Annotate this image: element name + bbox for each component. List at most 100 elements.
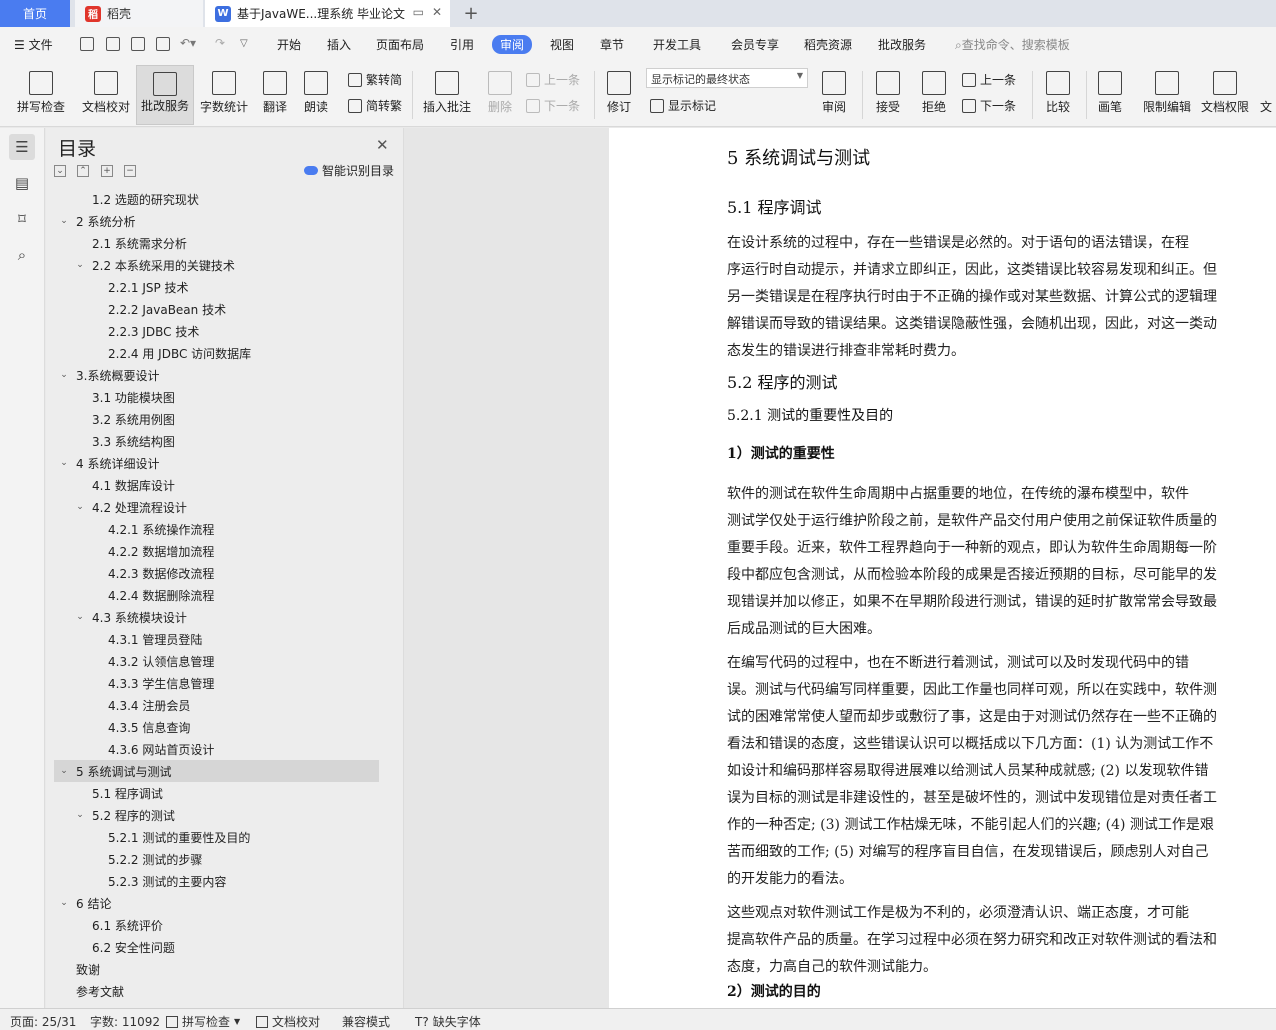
simp-to-trad-button[interactable]: 简转繁: [348, 97, 402, 114]
toc-item[interactable]: ⌄ 4.2 处理流程设计: [54, 496, 379, 518]
missing-font[interactable]: T? 缺失字体: [415, 1013, 481, 1030]
toc-item[interactable]: 4.2.1 系统操作流程: [54, 518, 379, 540]
remove-heading-icon[interactable]: −: [124, 165, 136, 177]
chevron-down-icon[interactable]: ⌄: [74, 502, 86, 512]
expand-all-icon[interactable]: ⌃: [77, 165, 89, 177]
toc-item[interactable]: ⌄ 4.3 系统模块设计: [54, 606, 379, 628]
doc-permission-button[interactable]: 文档权限: [1198, 65, 1252, 125]
menu-start[interactable]: 开始: [277, 36, 301, 53]
add-heading-icon[interactable]: +: [101, 165, 113, 177]
more-ribbon-button[interactable]: 文: [1256, 65, 1276, 125]
toc-item[interactable]: 参考文献: [54, 980, 379, 1002]
toc-item[interactable]: ⌄ 2 系统分析: [54, 210, 379, 232]
trad-to-simp-button[interactable]: 繁转简: [348, 71, 402, 88]
tab-docer[interactable]: 稻 稻壳: [75, 0, 203, 27]
word-count-button[interactable]: 字数统计: [197, 65, 251, 125]
undo-icon[interactable]: ↶▾: [180, 36, 196, 50]
redo-icon[interactable]: ↷: [215, 36, 225, 50]
quick-access-more-icon[interactable]: ▽: [240, 38, 248, 49]
toc-item[interactable]: 4.3.3 学生信息管理: [54, 672, 379, 694]
delete-comment-button[interactable]: 删除: [480, 65, 520, 125]
read-aloud-button[interactable]: 朗读: [298, 65, 334, 125]
new-tab-button[interactable]: +: [458, 0, 484, 27]
menu-review[interactable]: 审阅: [492, 35, 533, 54]
status-spellcheck[interactable]: 拼写检查 ▼: [166, 1013, 240, 1030]
toc-item[interactable]: 2.2.2 JavaBean 技术: [54, 298, 379, 320]
toc-item[interactable]: ⌄ 4 系统详细设计: [54, 452, 379, 474]
chevron-down-icon[interactable]: ⌄: [58, 216, 70, 226]
print-preview-icon[interactable]: [156, 37, 170, 51]
menu-member[interactable]: 会员专享: [731, 36, 779, 53]
toc-item[interactable]: 5.2.2 测试的步骤: [54, 848, 379, 870]
toc-item[interactable]: 4.3.4 注册会员: [54, 694, 379, 716]
print-icon[interactable]: [131, 37, 145, 51]
toc-item[interactable]: ⌄ 2.2 本系统采用的关键技术: [54, 254, 379, 276]
tab-home[interactable]: 首页: [0, 0, 70, 27]
toc-item[interactable]: ⌄ 5.2 程序的测试: [54, 804, 379, 826]
collapse-all-icon[interactable]: ⌄: [54, 165, 66, 177]
track-changes-button[interactable]: 修订: [600, 65, 638, 125]
word-count[interactable]: 字数: 11092: [90, 1013, 160, 1030]
chevron-down-icon[interactable]: ⌄: [58, 766, 70, 776]
toc-item[interactable]: 4.1 数据库设计: [54, 474, 379, 496]
find-icon[interactable]: ⌕: [9, 242, 35, 268]
toc-item[interactable]: ⌄ 5 系统调试与测试: [54, 760, 379, 782]
export-pdf-icon[interactable]: [106, 37, 120, 51]
toc-item[interactable]: 3.1 功能模块图: [54, 386, 379, 408]
smart-toc-button[interactable]: 智能识别目录: [304, 162, 394, 179]
command-search[interactable]: ⌕查找命令、搜索模板: [955, 36, 1070, 53]
prev-comment-button[interactable]: 上一条: [526, 71, 580, 88]
menu-page-layout[interactable]: 页面布局: [376, 36, 424, 53]
chevron-down-icon[interactable]: ⌄: [58, 458, 70, 468]
compare-button[interactable]: 比较: [1038, 65, 1078, 125]
menu-docer-resources[interactable]: 稻壳资源: [804, 36, 852, 53]
tab-document[interactable]: W 基于JavaWE...理系统 毕业论文 ▭ ✕: [205, 0, 450, 27]
toc-item[interactable]: 致谢: [54, 958, 379, 980]
chevron-down-icon[interactable]: ⌄: [74, 612, 86, 622]
restore-window-icon[interactable]: ▭: [413, 5, 424, 19]
toc-item[interactable]: 5.2.3 测试的主要内容: [54, 870, 379, 892]
review-pane-button[interactable]: 审阅: [814, 65, 854, 125]
toc-item[interactable]: 4.3.6 网站首页设计: [54, 738, 379, 760]
menu-insert[interactable]: 插入: [327, 36, 351, 53]
toc-item[interactable]: ⌄ 3.系统概要设计: [54, 364, 379, 386]
page-indicator[interactable]: 页面: 25/31: [10, 1013, 76, 1030]
ink-button[interactable]: 画笔: [1092, 65, 1128, 125]
toc-item[interactable]: 3.2 系统用例图: [54, 408, 379, 430]
chevron-down-icon[interactable]: ⌄: [58, 370, 70, 380]
close-tab-icon[interactable]: ✕: [432, 5, 442, 19]
chevron-down-icon[interactable]: ⌄: [74, 810, 86, 820]
toc-item[interactable]: 4.3.2 认领信息管理: [54, 650, 379, 672]
menu-developer[interactable]: 开发工具: [653, 36, 701, 53]
status-doccheck[interactable]: 文档校对: [256, 1013, 320, 1030]
prev-change-button[interactable]: 上一条: [962, 71, 1016, 88]
toc-item[interactable]: 5.1 程序调试: [54, 782, 379, 804]
show-markup-button[interactable]: 显示标记: [650, 97, 716, 114]
insert-comment-button[interactable]: 插入批注: [418, 65, 476, 125]
toc-item[interactable]: 6.1 系统评价: [54, 914, 379, 936]
spellcheck-button[interactable]: 拼写检查: [10, 65, 72, 125]
next-change-button[interactable]: 下一条: [962, 97, 1016, 114]
close-icon[interactable]: ✕: [376, 136, 389, 154]
file-menu[interactable]: ☰ 文件: [14, 36, 53, 53]
toc-item[interactable]: 4.2.2 数据增加流程: [54, 540, 379, 562]
accept-button[interactable]: 接受: [868, 65, 908, 125]
menu-references[interactable]: 引用: [450, 36, 474, 53]
markup-state-select[interactable]: 显示标记的最终状态 ▼: [646, 68, 808, 88]
toc-item[interactable]: 2.2.3 JDBC 技术: [54, 320, 379, 342]
toc-item[interactable]: 2.1 系统需求分析: [54, 232, 379, 254]
restrict-editing-button[interactable]: 限制编辑: [1140, 65, 1194, 125]
next-comment-button[interactable]: 下一条: [526, 97, 580, 114]
translate-button[interactable]: 翻译: [255, 65, 295, 125]
toc-item[interactable]: 2.2.1 JSP 技术: [54, 276, 379, 298]
toc-item[interactable]: ⌄ 6 结论: [54, 892, 379, 914]
chevron-down-icon[interactable]: ⌄: [74, 260, 86, 270]
toc-item[interactable]: 4.2.3 数据修改流程: [54, 562, 379, 584]
bookmark-icon[interactable]: ⌑: [9, 206, 35, 232]
chevron-down-icon[interactable]: ⌄: [58, 898, 70, 908]
reject-button[interactable]: 拒绝: [912, 65, 956, 125]
toc-item[interactable]: 3.3 系统结构图: [54, 430, 379, 452]
menu-chapter[interactable]: 章节: [600, 36, 624, 53]
chapter-nav-icon[interactable]: ▤: [9, 170, 35, 196]
menu-view[interactable]: 视图: [550, 36, 574, 53]
